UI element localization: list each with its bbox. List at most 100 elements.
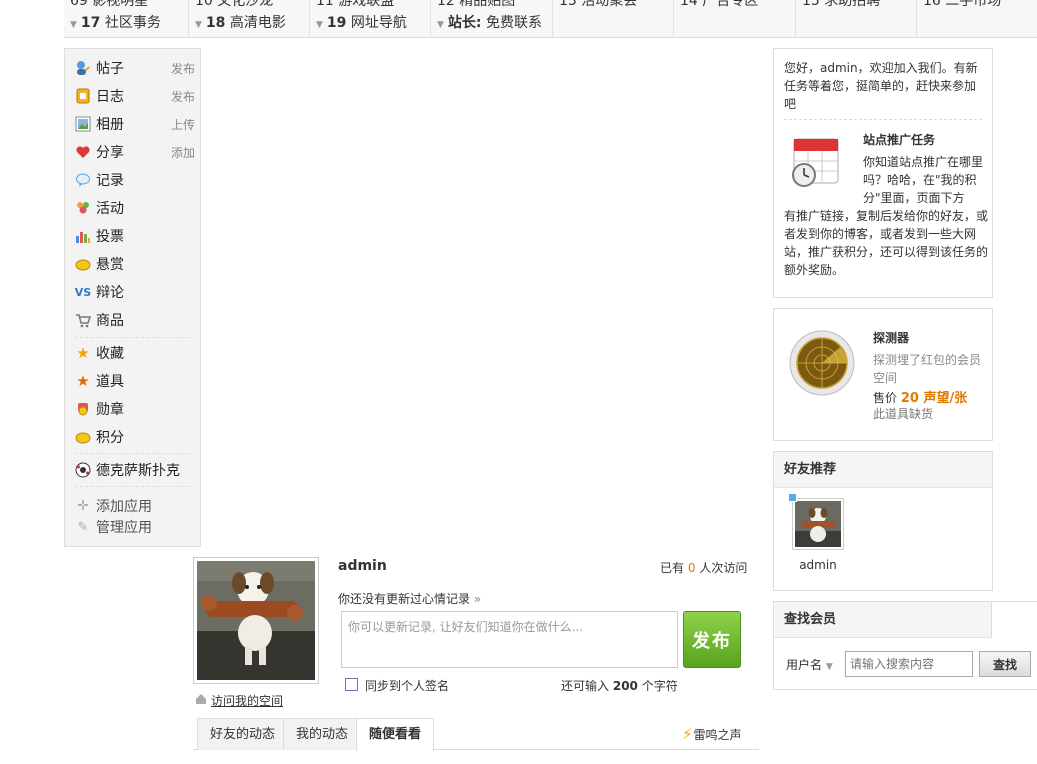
nav-link[interactable]: 12 精品贴图 <box>437 0 515 10</box>
nav-link[interactable]: ▼ 19 网址导航 <box>316 12 407 32</box>
nav-column: 16 二手市场 <box>917 0 1037 37</box>
welcome-task-box: 您好，admin，欢迎加入我们。有新任务等着您，挺简单的，赶快来参加吧 站点推广… <box>773 48 993 298</box>
radar-icon <box>788 329 856 397</box>
search-member-box: 查找会员 用户名 ▼ 查找 <box>773 601 1037 690</box>
sidebar-item-favorites[interactable]: ★ 收藏 <box>75 342 195 364</box>
add-link[interactable]: 添加 <box>171 144 195 161</box>
publish-button[interactable]: 发布 <box>683 611 741 668</box>
dog-photo <box>197 561 315 680</box>
task-description: 你知道站点推广在哪里吗？哈哈，在"我的积分"里面，页面下方 <box>863 155 984 205</box>
sync-signature-checkbox[interactable] <box>345 678 358 691</box>
wrench-icon: ✎ <box>77 519 89 535</box>
nav-link[interactable]: 11 游戏联盟 <box>316 0 394 10</box>
sidebar-item-album[interactable]: 相册 上传 <box>75 113 195 135</box>
gold-ingot-icon <box>75 256 91 272</box>
sidebar-item-posts[interactable]: 帖子 发布 <box>75 57 195 79</box>
friend-recommend-box: 好友推荐 admin <box>773 451 993 591</box>
search-member-title: 查找会员 <box>774 602 992 638</box>
friend-recommend-title: 好友推荐 <box>774 452 992 488</box>
post-input[interactable]: 你可以更新记录, 让好友们知道你在做什么... <box>341 611 678 668</box>
nav-link[interactable]: 69 影视明星 <box>70 0 148 10</box>
nav-link[interactable]: ▼ 站长: 免费联系 <box>437 12 542 32</box>
tool-name[interactable]: 探测器 <box>873 329 909 346</box>
magic-star-icon: ★ <box>76 372 90 390</box>
nav-column: 10 文化沙龙 ▼ 18 高清电影 <box>189 0 310 37</box>
coin-icon <box>75 429 91 445</box>
tab-my-feed[interactable]: 我的动态 <box>283 718 362 750</box>
sidebar-item-poker[interactable]: 德克萨斯扑克 <box>75 459 195 481</box>
sidebar-item-credits[interactable]: 积分 <box>75 426 195 448</box>
user-pen-icon <box>75 60 91 76</box>
dog-photo <box>795 501 841 547</box>
sidebar-item-props[interactable]: ★ 道具 <box>75 370 195 392</box>
visit-count: 已有 0 人次访问 <box>660 561 748 575</box>
medal-icon <box>75 401 91 417</box>
nav-column: 69 影视明星 ▼ 17 社区事务 <box>64 0 189 37</box>
plus-icon: ✛ <box>77 498 89 514</box>
divider <box>75 337 190 338</box>
nav-link[interactable]: 16 二手市场 <box>923 0 1001 10</box>
chevron-down-icon: ▼ <box>437 20 444 30</box>
search-field-select[interactable]: 用户名 ▼ <box>786 656 833 673</box>
profile-username: admin <box>338 558 387 574</box>
notebook-icon <box>75 88 91 104</box>
nav-column: 14 广告专区 <box>674 0 796 37</box>
heart-share-icon <box>75 144 91 160</box>
sidebar-item-blog[interactable]: 日志 发布 <box>75 85 195 107</box>
divider <box>75 486 190 487</box>
chat-bubble-icon <box>75 172 91 188</box>
poker-icon <box>75 462 91 478</box>
nav-column: 13 活动聚会 <box>553 0 674 37</box>
friend-name[interactable]: admin <box>792 558 844 572</box>
bar-chart-icon <box>75 228 91 244</box>
calendar-clock-icon <box>790 137 842 189</box>
welcome-text: 您好，admin，欢迎加入我们。有新任务等着您，挺简单的，赶快来参加吧 <box>784 61 978 111</box>
divider <box>75 453 190 454</box>
nav-link[interactable]: 10 文化沙龙 <box>195 0 273 10</box>
online-badge <box>788 493 797 502</box>
tool-price: 售价 20 声望/张 <box>873 391 968 406</box>
search-button[interactable]: 查找 <box>979 651 1031 677</box>
sync-signature-label: 同步到个人签名 <box>365 679 450 693</box>
cart-icon <box>75 312 91 328</box>
sidebar-item-activity[interactable]: 活动 <box>75 197 195 219</box>
manage-app-link[interactable]: ✎ 管理应用 <box>75 516 195 538</box>
search-input[interactable] <box>845 651 973 677</box>
publish-link[interactable]: 发布 <box>171 88 195 105</box>
divider <box>784 119 982 120</box>
tool-stock: 此道具缺货 <box>873 407 934 421</box>
lightning-icon: ⚡ <box>682 725 693 743</box>
task-title[interactable]: 站点推广任务 <box>863 131 935 148</box>
upload-link[interactable]: 上传 <box>171 116 195 133</box>
sidebar-item-goods[interactable]: 商品 <box>75 309 195 331</box>
thunder-link[interactable]: ⚡ 雷鸣之声 <box>682 725 742 743</box>
sidebar-item-debate[interactable]: VS 辩论 <box>75 281 195 303</box>
chevron-down-icon: ▼ <box>70 20 77 30</box>
mood-record[interactable]: 你还没有更新过心情记录 » <box>338 590 481 607</box>
sidebar-item-record[interactable]: 记录 <box>75 169 195 191</box>
publish-link[interactable]: 发布 <box>171 60 195 77</box>
sidebar-item-medals[interactable]: 勋章 <box>75 398 195 420</box>
sidebar-item-reward[interactable]: 悬赏 <box>75 253 195 275</box>
chevron-down-icon: ▼ <box>195 20 202 30</box>
user-avatar[interactable] <box>193 557 319 684</box>
friend-avatar[interactable] <box>792 498 844 550</box>
vs-icon: VS <box>74 285 92 299</box>
photo-icon <box>75 116 91 132</box>
chevron-down-icon: ▼ <box>825 662 833 672</box>
add-app-link[interactable]: ✛ 添加应用 <box>75 495 195 517</box>
nav-column: 11 游戏联盟 ▼ 19 网址导航 <box>310 0 431 37</box>
tab-browse[interactable]: 随便看看 <box>356 718 435 751</box>
nav-link[interactable]: ▼ 18 高清电影 <box>195 12 286 32</box>
tab-friends-feed[interactable]: 好友的动态 <box>197 718 289 750</box>
nav-link[interactable]: 14 广告专区 <box>680 0 758 10</box>
nav-link[interactable]: ▼ 17 社区事务 <box>70 12 161 32</box>
sidebar-item-share[interactable]: 分享 添加 <box>75 141 195 163</box>
people-icon <box>75 200 91 216</box>
visit-space-link[interactable]: 访问我的空间 <box>195 692 283 709</box>
sidebar-item-poll[interactable]: 投票 <box>75 225 195 247</box>
nav-link[interactable]: 13 活动聚会 <box>559 0 637 10</box>
nav-link[interactable]: 15 求助招聘 <box>802 0 880 10</box>
tool-description: 探测埋了红包的会员空间 <box>873 353 982 385</box>
home-icon <box>195 693 207 708</box>
